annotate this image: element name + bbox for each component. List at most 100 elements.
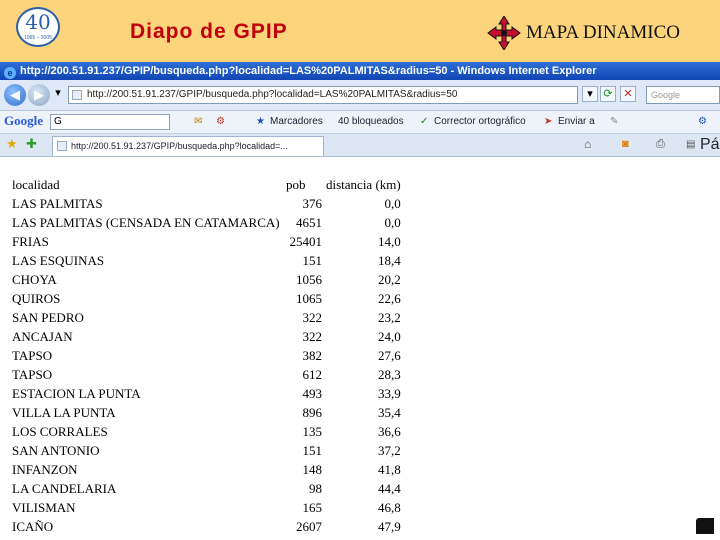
pencil-icon[interactable]: ✎	[610, 115, 618, 129]
cell-pob: 165	[302, 500, 323, 515]
cell-distancia: 47,9	[377, 519, 401, 534]
cell-pob: 493	[302, 386, 323, 401]
gear-icon[interactable]: ⚙	[698, 115, 707, 129]
table-header-row: localidad pob distancia (km)	[10, 175, 403, 194]
cell-distancia: 36,6	[377, 424, 401, 439]
cell-distancia: 14,0	[377, 234, 401, 249]
cell-localidad: CHOYA	[12, 272, 57, 287]
compass-arrows-icon	[487, 16, 521, 50]
cell-pob: 2607	[296, 519, 322, 534]
table-row: ESTACION LA PUNTA 493 33,9	[10, 384, 403, 403]
cell-distancia: 35,4	[377, 405, 401, 420]
bloqueados-button[interactable]: 40 bloqueados	[338, 115, 404, 129]
cell-localidad: TAPSO	[12, 348, 53, 363]
cell-pob: 612	[302, 367, 323, 382]
cell-distancia: 22,6	[377, 291, 401, 306]
table-row: VILISMAN 165 46,8	[10, 498, 403, 517]
cell-localidad: LOS CORRALES	[12, 424, 108, 439]
page-menu-icon[interactable]: ▤	[686, 138, 695, 152]
corrector-button[interactable]: Corrector ortográfico	[434, 115, 526, 129]
cell-localidad: LAS ESQUINAS	[12, 253, 105, 268]
cell-localidad: LAS PALMITAS	[12, 196, 103, 211]
cell-pob: 4651	[296, 215, 322, 230]
google-label: Google	[4, 113, 43, 128]
table-row: FRIAS 25401 14,0	[10, 232, 403, 251]
address-dropdown-icon[interactable]: ▾	[582, 86, 598, 102]
cell-pob: 382	[302, 348, 323, 363]
tab-label: http://200.51.91.237/GPIP/busqueda.php?l…	[71, 141, 288, 151]
google-input-text: G	[54, 116, 62, 127]
google-logo: Google	[4, 113, 43, 129]
table-row: SAN PEDRO 322 23,2	[10, 308, 403, 327]
favorites-star-icon[interactable]: ★	[6, 137, 18, 151]
slide-header: 40 1965 – 2005 Diapo de GPIP MAPA DINAMI…	[0, 0, 720, 62]
forward-icon[interactable]: ▶	[28, 84, 50, 106]
cell-pob: 896	[302, 405, 323, 420]
table-row: QUIROS 1065 22,6	[10, 289, 403, 308]
header-pob: pob	[286, 177, 306, 192]
slide-title: Diapo de GPIP	[130, 20, 288, 43]
table-row: SAN ANTONIO 151 37,2	[10, 441, 403, 460]
cell-pob: 322	[302, 329, 323, 344]
header-localidad: localidad	[12, 177, 60, 192]
cell-localidad: ICAÑO	[12, 519, 54, 534]
cell-localidad: VILLA LA PUNTA	[12, 405, 116, 420]
cell-distancia: 33,9	[377, 386, 401, 401]
search-input[interactable]: Google	[646, 86, 720, 104]
tab-page-icon	[57, 141, 67, 151]
send-icon[interactable]: ➤	[544, 115, 552, 129]
stop-icon[interactable]: ✕	[620, 86, 636, 102]
marcadores-button[interactable]: Marcadores	[270, 115, 323, 129]
cell-distancia: 37,2	[377, 443, 401, 458]
enviar-button[interactable]: Enviar a	[558, 115, 595, 129]
back-icon[interactable]: ◀	[4, 84, 26, 106]
google-toolbar: Google G ✉ ⚙ ★ Marcadores 40 bloqueados …	[0, 111, 720, 134]
cell-distancia: 27,6	[377, 348, 401, 363]
cell-pob: 376	[302, 196, 323, 211]
cell-pob: 148	[302, 462, 323, 477]
feeds-icon[interactable]: ◙	[622, 137, 629, 151]
cell-pob: 1056	[296, 272, 322, 287]
brand-text: MAPA DINAMICO	[526, 22, 680, 43]
cell-localidad: SAN ANTONIO	[12, 443, 100, 458]
cell-localidad: ANCAJAN	[12, 329, 73, 344]
table-row: LA CANDELARIA 98 44,4	[10, 479, 403, 498]
cell-distancia: 44,4	[377, 481, 401, 496]
pagina-menu[interactable]: Página	[700, 137, 720, 153]
table-row: LOS CORRALES 135 36,6	[10, 422, 403, 441]
logo-number: 40	[25, 10, 51, 34]
cell-pob: 135	[302, 424, 323, 439]
print-icon[interactable]: ⎙	[656, 137, 665, 151]
cell-pob: 151	[302, 443, 323, 458]
tab-current[interactable]: http://200.51.91.237/GPIP/busqueda.php?l…	[52, 136, 324, 156]
ie-logo-icon: e	[4, 67, 16, 79]
address-bar[interactable]: http://200.51.91.237/GPIP/busqueda.php?l…	[68, 86, 578, 104]
cell-localidad: VILISMAN	[12, 500, 76, 515]
page-icon	[72, 90, 82, 100]
table-row: LAS PALMITAS (CENSADA EN CATAMARCA) 4651 0…	[10, 213, 403, 232]
home-icon[interactable]: ⌂	[584, 137, 591, 151]
table-row: ICAÑO 2607 47,9	[10, 517, 403, 536]
table-row: VILLA LA PUNTA 896 35,4	[10, 403, 403, 422]
cell-distancia: 46,8	[377, 500, 401, 515]
logo-sub: 1965 – 2005	[24, 35, 52, 41]
spellcheck-icon[interactable]: ✓	[420, 115, 428, 129]
history-dropdown-icon[interactable]: ▾	[50, 86, 66, 102]
cell-localidad: INFANZON	[12, 462, 78, 477]
cell-distancia: 41,8	[377, 462, 401, 477]
settings-icon[interactable]: ⚙	[216, 115, 225, 129]
refresh-icon[interactable]: ⟳	[600, 86, 616, 102]
table-row: LAS PALMITAS 376 0,0	[10, 194, 403, 213]
cell-distancia: 0,0	[384, 196, 401, 211]
news-icon[interactable]: ✉	[194, 115, 202, 129]
cell-distancia: 0,0	[384, 215, 401, 230]
table-row: TAPSO 612 28,3	[10, 365, 403, 384]
bookmark-star-icon[interactable]: ★	[256, 115, 265, 129]
add-favorites-icon[interactable]: ✚	[26, 137, 37, 151]
cell-pob: 1065	[296, 291, 322, 306]
header-distancia: distancia (km)	[326, 177, 401, 192]
cell-localidad: TAPSO	[12, 367, 53, 382]
ie-window: e http://200.51.91.237/GPIP/busqueda.php?…	[0, 62, 720, 540]
google-search-input[interactable]: G	[50, 114, 170, 130]
cell-distancia: 23,2	[377, 310, 401, 325]
